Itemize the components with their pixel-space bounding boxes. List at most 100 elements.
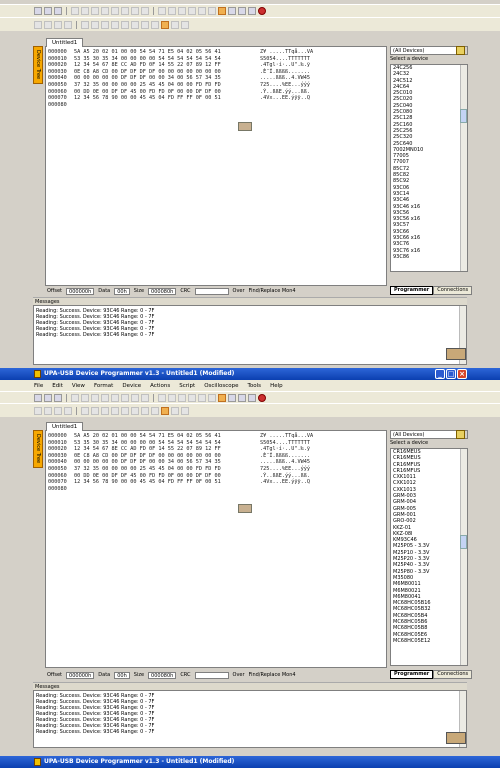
stop-icon[interactable]	[258, 7, 266, 15]
align-left-icon[interactable]	[54, 406, 62, 415]
write-icon[interactable]	[168, 7, 176, 15]
device-list[interactable]: CR16MEUS CR16MEUS CR16MFUS CR16MFUS CXK1011 C…	[390, 448, 468, 666]
italic-icon[interactable]	[91, 406, 99, 415]
binary-mode-icon[interactable]	[181, 406, 189, 415]
erase-icon[interactable]	[188, 393, 196, 402]
new-icon[interactable]	[34, 393, 42, 402]
data-field[interactable]: 00h	[114, 287, 130, 295]
messages-log[interactable]: Reading: Success. Device: 93C46 Range: 0…	[33, 305, 467, 365]
menu-edit[interactable]: Edit	[52, 383, 63, 389]
hex-ascii[interactable]: Z¥ .....TTqå...VA	[260, 433, 340, 440]
tab-programmer[interactable]: Programmer	[390, 286, 434, 295]
indent-icon[interactable]	[121, 406, 129, 415]
hex-row[interactable]: 000050 37 32 35 00 00 00 00 25 45 45 04 0…	[48, 466, 386, 473]
redo-icon[interactable]	[111, 7, 119, 15]
hex-address[interactable]: 000020	[48, 446, 74, 453]
undo-icon[interactable]	[101, 7, 109, 15]
device-info-button[interactable]	[456, 430, 465, 439]
offset-field[interactable]: 000000h	[66, 671, 95, 679]
italic-icon[interactable]	[91, 20, 99, 29]
menu-actions[interactable]: Actions	[150, 383, 170, 389]
hex-ascii[interactable]: .4Vx...EE.ýÿÿ..Q	[260, 95, 340, 102]
align-center-icon[interactable]	[64, 20, 72, 29]
menu-file[interactable]: File	[34, 383, 43, 389]
hex-bytes[interactable]: 12 34 56 78 90 00 00 45 45 04 FD FF FF 0…	[74, 95, 260, 102]
forward-icon[interactable]	[44, 406, 52, 415]
hex-ascii[interactable]: 725....%EE...ýýý	[260, 82, 340, 89]
paste-icon[interactable]	[91, 393, 99, 402]
hex-bytes[interactable]: 53 35 30 35 34 00 00 00 00 54 54 54 54 5…	[74, 440, 260, 447]
hex-bytes[interactable]: 00 00 00 00 00 DF DF DF 00 00 34 00 56 5…	[74, 459, 260, 466]
device-list-item[interactable]: MC68HC05E12	[393, 638, 467, 644]
hex-bytes[interactable]: 5A A5 20 02 01 00 00 54 54 71 E5 04 02 0…	[74, 49, 260, 56]
cut-icon[interactable]	[71, 393, 79, 402]
tab-programmer[interactable]: Programmer	[390, 670, 434, 679]
size-field[interactable]: 000080h	[148, 671, 177, 679]
binary-mode-icon[interactable]	[181, 20, 189, 29]
copy-icon[interactable]	[81, 393, 89, 402]
hex-address[interactable]: 000070	[48, 479, 74, 486]
hex-bytes[interactable]	[74, 486, 260, 493]
hex-address[interactable]: 000060	[48, 89, 74, 96]
scroll-thumb[interactable]	[460, 535, 467, 549]
hex-ascii[interactable]: .....ßßß..4.VW45	[260, 75, 340, 82]
save-icon[interactable]	[54, 393, 62, 402]
document-tab[interactable]: Untitled1	[46, 422, 84, 431]
list-icon[interactable]	[111, 20, 119, 29]
hex-row[interactable]: 000000 5A A5 20 02 01 00 00 54 54 71 E5 0…	[48, 49, 386, 56]
minimize-button[interactable]: _	[435, 369, 445, 379]
hex-row[interactable]: 000080	[48, 486, 386, 493]
undo-icon[interactable]	[101, 393, 109, 402]
data-field[interactable]: 00h	[114, 671, 130, 679]
oscilloscope-icon[interactable]	[248, 393, 256, 402]
hex-ascii[interactable]: 725....%EE...ýýý	[260, 466, 340, 473]
copy-icon[interactable]	[81, 7, 89, 15]
color-icon[interactable]	[141, 406, 149, 415]
hex-ascii[interactable]	[260, 486, 340, 493]
goto-icon[interactable]	[141, 7, 149, 15]
hex-bytes[interactable]	[74, 102, 260, 109]
checksum-icon[interactable]	[208, 7, 216, 15]
hex-bytes[interactable]: 0E C8 A8 CD 00 DF DF DF DF 00 00 00 00 0…	[74, 69, 260, 76]
device-list[interactable]: 24C256 24C32 24C512 24C64 25C010 25C020 25C040…	[390, 64, 468, 272]
stop-icon[interactable]	[258, 393, 266, 402]
tab-connections[interactable]: Connections	[433, 670, 473, 679]
hex-row[interactable]: 000010 53 35 30 35 34 00 00 00 00 54 54 5…	[48, 56, 386, 63]
hex-address[interactable]: 000030	[48, 453, 74, 460]
hex-address[interactable]: 000050	[48, 82, 74, 89]
forward-icon[interactable]	[44, 20, 52, 29]
hex-ascii[interactable]	[260, 102, 340, 109]
open-icon[interactable]	[44, 7, 52, 15]
save-icon[interactable]	[54, 7, 62, 15]
hex-ascii[interactable]: Z¥ .....TTqå...VA	[260, 49, 340, 56]
indent-icon[interactable]	[121, 20, 129, 29]
calculator-icon[interactable]	[228, 393, 236, 402]
hex-address[interactable]: 000010	[48, 440, 74, 447]
hex-ascii[interactable]: .4Tgl·í·..U".‰.ÿ	[260, 446, 340, 453]
device-list-scrollbar[interactable]	[460, 449, 467, 665]
hex-row[interactable]: 000010 53 35 30 35 34 00 00 00 00 54 54 5…	[48, 440, 386, 447]
verify-icon[interactable]	[178, 7, 186, 15]
hex-address[interactable]: 000050	[48, 466, 74, 473]
device-tree-side-tab[interactable]: Device Tree	[33, 430, 43, 468]
hex-address[interactable]: 000080	[48, 486, 74, 493]
highlight-icon[interactable]	[151, 406, 159, 415]
menu-format[interactable]: Format	[94, 383, 113, 389]
hex-bytes[interactable]: 00 DD 0E 00 DF DF 45 00 FD FD 0F 00 00 D…	[74, 473, 260, 480]
crc-field[interactable]	[194, 671, 229, 679]
offset-field[interactable]: 000000h	[66, 287, 95, 295]
hex-row[interactable]: 000030 0E C8 A8 CD 00 DF DF DF DF 00 00 0…	[48, 453, 386, 460]
hex-address[interactable]: 000040	[48, 75, 74, 82]
menu-oscilloscope[interactable]: Oscilloscope	[204, 383, 238, 389]
hex-row[interactable]: 000060 00 DD 0E 00 DF DF 45 00 FD FD 0F 0…	[48, 89, 386, 96]
paste-icon[interactable]	[91, 7, 99, 15]
script-icon[interactable]	[238, 393, 246, 402]
blank-check-icon[interactable]	[198, 393, 206, 402]
hex-address[interactable]: 000020	[48, 62, 74, 69]
hex-editor[interactable]: Untitled1 000000 5A A5 20 02 01 00 00 54 …	[45, 422, 387, 668]
highlight-icon[interactable]	[151, 20, 159, 29]
find-icon[interactable]	[121, 7, 129, 15]
hex-ascii[interactable]: .4Vx...EE.ýÿÿ..Q	[260, 479, 340, 486]
hex-bytes[interactable]: 00 00 00 00 00 DF DF DF 00 00 34 00 56 5…	[74, 75, 260, 82]
hex-bytes[interactable]: 5A A5 20 02 01 00 00 54 54 71 E5 04 02 0…	[74, 433, 260, 440]
